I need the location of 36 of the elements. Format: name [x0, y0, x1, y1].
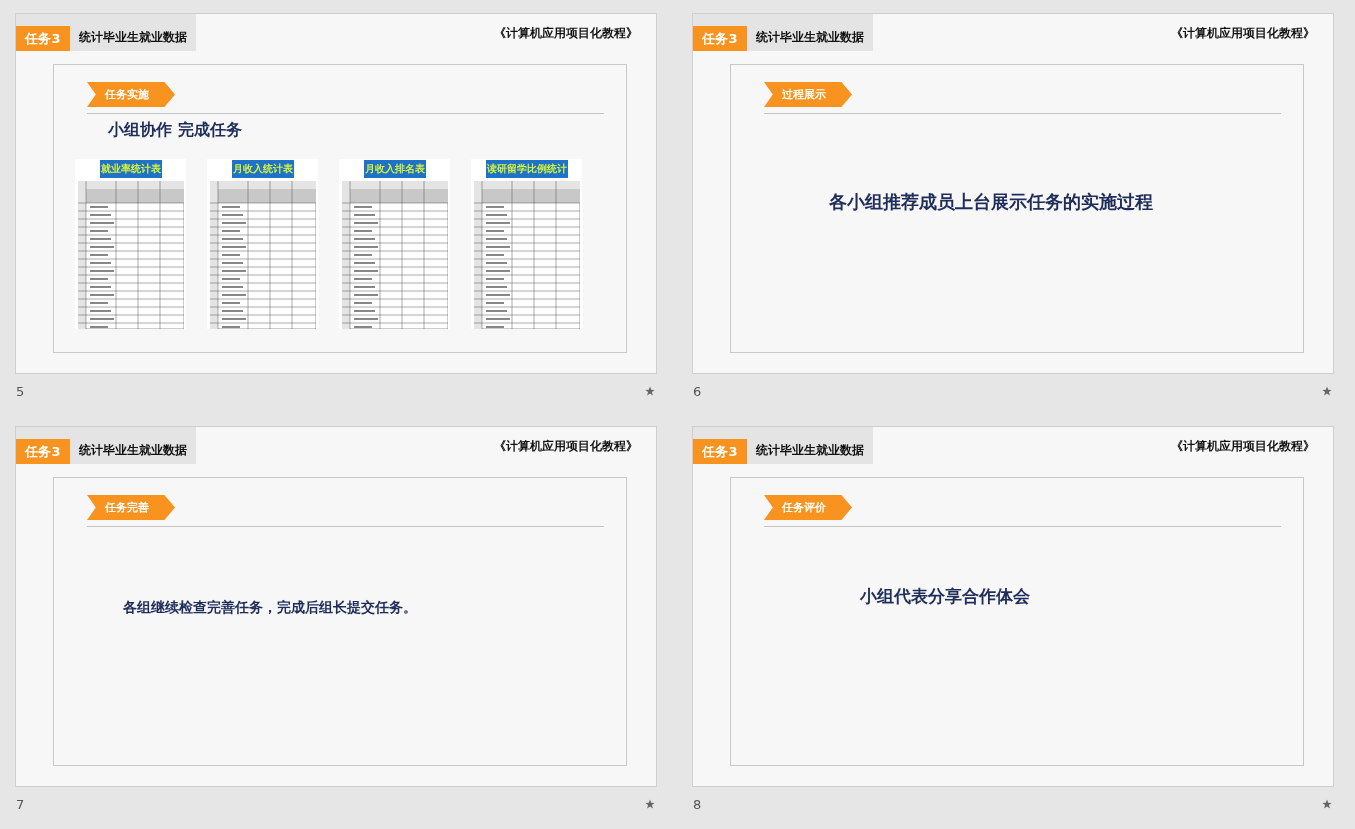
slide-number: 7: [16, 796, 25, 812]
slide-number: 6: [693, 383, 702, 399]
section-tag: 任务实施: [87, 82, 175, 107]
book-title: 《计算机应用项目化教程》: [494, 25, 639, 41]
slide-thumbnail[interactable]: 任务3 统计毕业生就业数据 《计算机应用项目化教程》 任务完善 各组继续检查完善任务，完成后组长提交任务。: [15, 426, 657, 787]
section-tag: 任务完善: [87, 495, 175, 520]
book-title: 《计算机应用项目化教程》: [1171, 438, 1316, 454]
slide-thumbnail[interactable]: 任务3 统计毕业生就业数据 《计算机应用项目化教程》 任务实施 小组协作 完成任务 就业率统计表 月收入统计表 月收入排名表 读研留学比例统计: [15, 13, 657, 374]
task-tag: 任务3: [693, 26, 747, 51]
task-tag: 任务3: [16, 439, 70, 464]
book-title: 《计算机应用项目化教程》: [494, 438, 639, 454]
task-title: 统计毕业生就业数据: [78, 29, 187, 46]
star-icon[interactable]: [645, 799, 655, 809]
slide-number: 8: [693, 796, 702, 812]
slide-statement: 各小组推荐成员上台展示任务的实施过程: [829, 190, 1153, 214]
task-title: 统计毕业生就业数据: [755, 442, 864, 459]
slide-number: 5: [16, 383, 25, 399]
slide-statement: 小组代表分享合作体会: [860, 585, 1030, 608]
star-icon[interactable]: [1322, 799, 1332, 809]
task-title: 统计毕业生就业数据: [755, 29, 864, 46]
task-tag: 任务3: [693, 439, 747, 464]
task-tag: 任务3: [16, 26, 70, 51]
star-icon[interactable]: [645, 386, 655, 396]
spreadsheet-title: 月收入统计表: [231, 160, 294, 178]
slide-thumbnail[interactable]: 任务3 统计毕业生就业数据 《计算机应用项目化教程》 过程展示 各小组推荐成员上台展示任务的实施过程: [692, 13, 1334, 374]
star-icon[interactable]: [1322, 386, 1332, 396]
spreadsheet-title: 就业率统计表: [99, 160, 162, 178]
spreadsheet-title: 读研留学比例统计: [485, 160, 568, 178]
task-title: 统计毕业生就业数据: [78, 442, 187, 459]
slide-heading: 小组协作 完成任务: [108, 120, 242, 141]
spreadsheet-title: 月收入排名表: [363, 160, 426, 178]
book-title: 《计算机应用项目化教程》: [1171, 25, 1316, 41]
slide-body-text: 各组继续检查完善任务，完成后组长提交任务。: [123, 599, 417, 617]
section-tag: 过程展示: [764, 82, 852, 107]
slide-thumbnail[interactable]: 任务3 统计毕业生就业数据 《计算机应用项目化教程》 任务评价 小组代表分享合作体会: [692, 426, 1334, 787]
section-tag: 任务评价: [764, 495, 852, 520]
